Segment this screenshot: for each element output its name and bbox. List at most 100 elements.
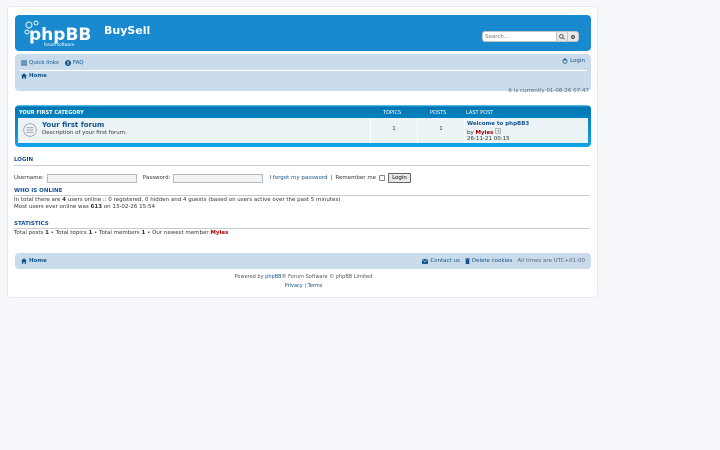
posts-cell: 1 <box>417 118 464 143</box>
newest-member-label: Our newest member <box>152 230 209 236</box>
col-posts: Posts <box>430 110 447 116</box>
search-icon <box>559 33 565 40</box>
username-label: Username: <box>14 175 44 181</box>
remember-me-checkbox[interactable] <box>379 175 386 181</box>
legal-separator: | <box>304 283 307 289</box>
contact-us-label: Contact us <box>430 258 460 264</box>
who-online-text: In total there are 4 users online :: 0 r… <box>14 197 340 211</box>
statistics-text: Total posts 1 • Total topics 1 • Total m… <box>14 230 228 237</box>
last-post-time: 26-11-21 00:15 <box>467 136 510 142</box>
online-pre: In total there are <box>14 197 61 203</box>
total-topics-label: Total topics <box>55 230 87 236</box>
total-members-label: Total members <box>99 230 140 236</box>
login-link[interactable]: Login <box>562 58 585 64</box>
password-label: Password: <box>142 175 171 181</box>
search-box <box>482 31 579 42</box>
total-posts-label: Total posts <box>14 230 44 236</box>
gear-icon <box>570 34 576 39</box>
total-posts: 1 <box>45 230 49 236</box>
login-button[interactable]: Login <box>388 173 411 183</box>
search-input[interactable] <box>482 31 557 42</box>
last-post-cell: Welcome to phpBB3 by Myles 26-11-21 00:1… <box>464 118 588 143</box>
online-count: 4 <box>62 197 66 203</box>
breadcrumb-home-label: Home <box>29 73 47 79</box>
home-icon <box>21 258 27 264</box>
total-topics: 1 <box>88 230 93 236</box>
navbar: Quick links ? FAQ Login Home <box>15 54 591 91</box>
login-heading[interactable]: Login <box>14 157 33 163</box>
remember-me-label: Remember me <box>335 175 377 181</box>
contact-us-link[interactable]: Contact us <box>422 258 460 264</box>
site-name[interactable]: BuySell <box>104 24 150 37</box>
quick-links-menu[interactable]: Quick links <box>21 60 59 66</box>
forum-read-icon <box>23 123 37 137</box>
login-form: Username: Password: I forgot my password… <box>14 173 411 183</box>
category-title[interactable]: Your first category <box>19 110 84 116</box>
last-post-title-link[interactable]: Welcome to phpBB3 <box>467 121 529 127</box>
last-post-user-link[interactable]: Myles <box>476 130 494 136</box>
powered-by: Powered by phpBB® Forum Software © phpBB… <box>8 274 599 280</box>
power-icon <box>562 58 568 64</box>
footer-navbar: Home Contact us Delete cookies All times… <box>15 253 591 269</box>
powered-post: ® Forum Software © phpBB Limited <box>281 274 373 280</box>
col-topics: Topics <box>383 110 402 116</box>
topics-cell: 1 <box>370 118 417 143</box>
breadcrumb-home[interactable]: Home <box>21 73 47 79</box>
login-link-label: Login <box>570 58 585 64</box>
phpbb-link[interactable]: phpBB <box>265 274 281 280</box>
envelope-icon <box>422 258 429 264</box>
delete-cookies-label: Delete cookies <box>471 258 513 264</box>
trash-icon <box>464 258 470 264</box>
footer-legal-links: Privacy | Terms <box>8 283 599 289</box>
view-latest-post-icon[interactable] <box>495 127 501 134</box>
username-field[interactable] <box>46 173 137 183</box>
total-members: 1 <box>141 230 146 236</box>
statistics-divider <box>14 228 590 229</box>
question-circle-icon: ? <box>64 59 71 66</box>
nav-links: Quick links ? FAQ <box>21 58 84 67</box>
terms-link[interactable]: Terms <box>308 283 323 289</box>
posts-count: 1 <box>439 126 443 132</box>
newest-member-link[interactable]: Myles <box>210 230 228 236</box>
who-online-heading[interactable]: Who is online <box>14 188 62 194</box>
delete-cookies-link[interactable]: Delete cookies <box>464 258 513 264</box>
footer-home-link[interactable]: Home <box>21 258 47 264</box>
col-last-post: Last post <box>466 110 494 116</box>
powered-pre: Powered by <box>234 274 264 280</box>
forum-title-link[interactable]: Your first forum <box>42 121 104 129</box>
stat-bullet: • <box>94 230 98 236</box>
faq-link[interactable]: ? FAQ <box>64 59 84 66</box>
stat-bullet: • <box>147 230 151 236</box>
login-separator: | <box>330 175 333 181</box>
privacy-link[interactable]: Privacy <box>285 283 303 289</box>
bars-icon <box>21 60 27 65</box>
record-pre: Most users ever online was <box>14 204 89 210</box>
svg-text:forum software: forum software <box>44 42 75 47</box>
category-header: Your first category Topics Posts Last po… <box>17 107 589 118</box>
topics-count: 1 <box>392 126 396 132</box>
phpbb-logo[interactable]: phpBB forum software <box>23 19 103 47</box>
online-post: users online :: 0 registered, 0 hidden a… <box>67 197 341 203</box>
record-post: on 13-02-26 15:54 <box>103 204 155 210</box>
last-post-info: Welcome to phpBB3 by Myles 26-11-21 00:1… <box>467 121 529 143</box>
last-post-by: by <box>467 129 474 136</box>
page-wrap: phpBB forum software BuySell Quick links… <box>7 6 598 298</box>
record-count: 613 <box>90 204 103 210</box>
login-divider <box>14 165 590 166</box>
footer-home-label: Home <box>29 258 47 264</box>
quick-links-label: Quick links <box>29 59 59 66</box>
nav-divider <box>19 70 587 71</box>
advanced-search-button[interactable] <box>568 31 579 42</box>
faq-label: FAQ <box>72 59 84 66</box>
header-bar: phpBB forum software BuySell <box>15 15 591 51</box>
current-time: It is currently 01-08-26 07:47 <box>508 88 589 94</box>
password-field[interactable] <box>173 173 264 183</box>
forgot-password-link[interactable]: I forgot my password <box>269 175 327 181</box>
forum-row: Your first forum Description of your fir… <box>18 118 588 143</box>
search-button[interactable] <box>557 31 568 42</box>
footer-links: Contact us Delete cookies All times are … <box>422 258 585 264</box>
home-icon <box>21 73 27 79</box>
forum-info-cell: Your first forum Description of your fir… <box>18 118 370 143</box>
forum-description: Description of your first forum. <box>42 130 127 136</box>
statistics-heading: Statistics <box>14 221 49 227</box>
